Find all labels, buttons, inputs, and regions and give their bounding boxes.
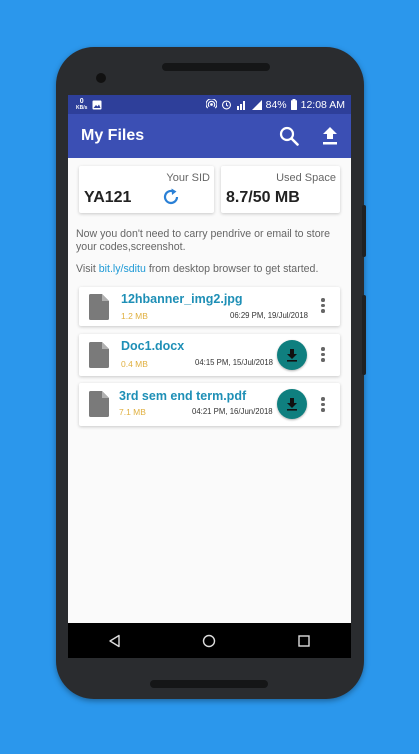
visit-text: Visit bit.ly/sditu from desktop browser … bbox=[76, 263, 348, 276]
used-space-label: Used Space bbox=[276, 172, 336, 184]
front-camera bbox=[96, 73, 106, 83]
info-text: Now you don't need to carry pendrive or … bbox=[76, 228, 331, 253]
wifi-signal-icon bbox=[236, 101, 245, 110]
visit-suffix: from desktop browser to get started. bbox=[145, 263, 319, 275]
app-bar: My Files bbox=[68, 114, 351, 158]
file-name: 3rd sem end term.pdf bbox=[119, 389, 247, 403]
bottom-speaker bbox=[150, 680, 268, 688]
hotspot-icon bbox=[205, 99, 217, 109]
download-button[interactable] bbox=[277, 389, 307, 419]
sid-label: Your SID bbox=[166, 172, 210, 184]
image-notification-icon bbox=[92, 100, 102, 109]
navigation-bar bbox=[68, 623, 351, 658]
alarm-icon bbox=[221, 100, 231, 110]
file-size: 7.1 MB bbox=[119, 407, 146, 417]
sid-card: Your SID YA121 bbox=[79, 166, 214, 213]
search-icon[interactable] bbox=[279, 126, 299, 146]
app-title: My Files bbox=[81, 127, 145, 144]
file-card-1[interactable]: 12hbanner_img2.jpg 1.2 MB 06:29 PM, 19/J… bbox=[79, 287, 340, 326]
status-time: 12:08 AM bbox=[300, 98, 345, 111]
network-speed: 0 KB/s bbox=[76, 98, 88, 111]
used-space-value: 8.7/50 MB bbox=[226, 189, 300, 206]
cellular-signal-icon bbox=[251, 99, 262, 110]
upload-icon[interactable] bbox=[321, 126, 339, 146]
sditu-link[interactable]: bit.ly/sditu bbox=[99, 263, 146, 275]
file-date: 06:29 PM, 19/Jul/2018 bbox=[230, 311, 309, 320]
home-icon[interactable] bbox=[202, 634, 216, 648]
battery-icon bbox=[290, 99, 297, 110]
more-options-icon[interactable] bbox=[320, 347, 326, 362]
file-name: Doc1.docx bbox=[121, 339, 185, 353]
network-speed-unit: KB/s bbox=[76, 104, 88, 111]
download-icon bbox=[287, 349, 297, 362]
refresh-icon[interactable] bbox=[161, 187, 181, 207]
file-card-2[interactable]: Doc1.docx 0.4 MB 04:15 PM, 15/Jul/2018 bbox=[79, 334, 340, 376]
file-date: 04:21 PM, 16/Jun/2018 bbox=[192, 407, 273, 416]
battery-percent: 84% bbox=[265, 98, 287, 111]
recents-icon[interactable] bbox=[297, 634, 311, 648]
file-icon bbox=[89, 294, 109, 320]
phone-screen: 0 KB/s 84% 12:08 AM My Files Your SID YA… bbox=[68, 95, 351, 658]
volume-button bbox=[362, 295, 366, 375]
download-button[interactable] bbox=[277, 340, 307, 370]
more-options-icon[interactable] bbox=[320, 397, 326, 412]
file-icon bbox=[89, 391, 109, 417]
file-icon bbox=[89, 342, 109, 368]
file-size: 1.2 MB bbox=[121, 311, 148, 321]
used-space-card: Used Space 8.7/50 MB bbox=[221, 166, 340, 213]
file-date: 04:15 PM, 15/Jul/2018 bbox=[195, 358, 274, 367]
sid-value: YA121 bbox=[84, 189, 132, 206]
earpiece-speaker bbox=[162, 63, 270, 71]
status-bar: 0 KB/s 84% 12:08 AM bbox=[68, 95, 351, 114]
visit-prefix: Visit bbox=[76, 263, 99, 275]
file-size: 0.4 MB bbox=[121, 359, 148, 369]
download-icon bbox=[287, 398, 297, 411]
file-card-3[interactable]: 3rd sem end term.pdf 7.1 MB 04:21 PM, 16… bbox=[79, 383, 340, 426]
power-button bbox=[362, 205, 366, 257]
back-icon[interactable] bbox=[108, 634, 122, 648]
file-name: 12hbanner_img2.jpg bbox=[121, 292, 243, 306]
more-options-icon[interactable] bbox=[320, 298, 326, 313]
